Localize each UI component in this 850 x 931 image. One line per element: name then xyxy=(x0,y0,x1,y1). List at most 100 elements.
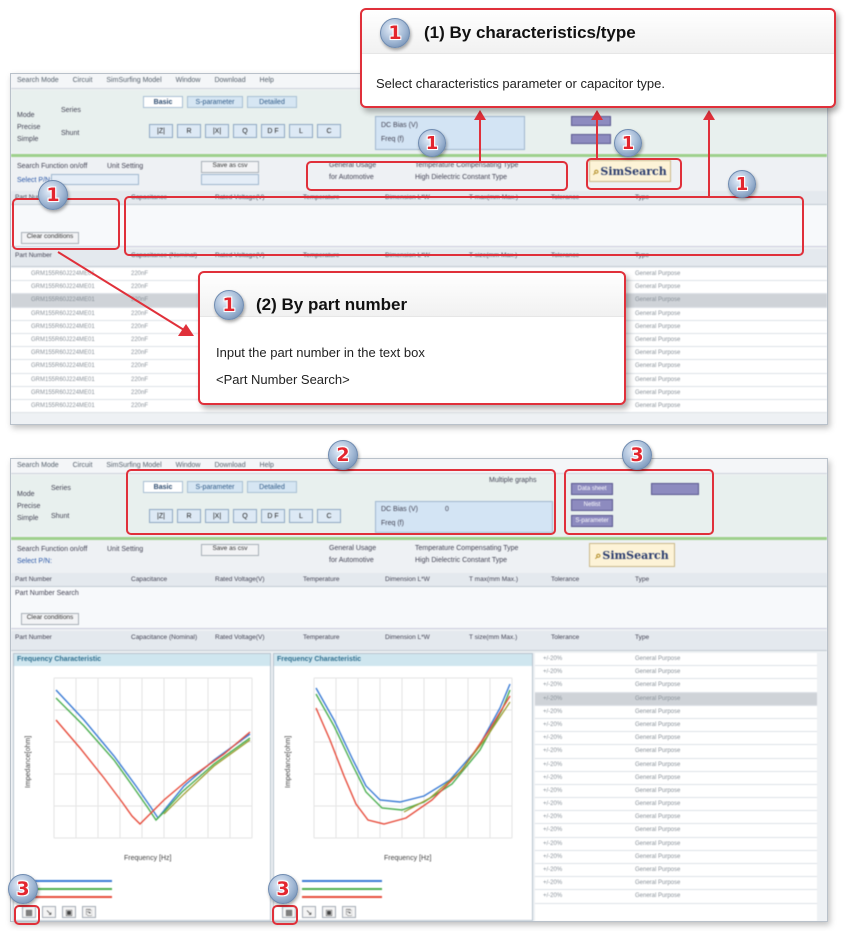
table-row[interactable]: +/-20% General Purpose xyxy=(535,758,817,772)
type-cell: General Purpose xyxy=(635,695,681,702)
search-function-toggle[interactable]: Search Function on/off xyxy=(17,163,87,170)
table-row[interactable]: +/-20% General Purpose xyxy=(535,864,817,878)
table-row[interactable]: +/-20% General Purpose xyxy=(535,811,817,825)
mode-series[interactable]: Series xyxy=(51,485,71,492)
type-filter[interactable]: General Usage xyxy=(329,545,376,552)
tab-basic[interactable]: Basic xyxy=(143,96,183,108)
param-q-button[interactable]: Q xyxy=(233,124,257,138)
type-cell: General Purpose xyxy=(635,867,681,873)
table-row[interactable]: +/-20% General Purpose xyxy=(535,666,817,680)
menu-item[interactable]: SimSurfing Model xyxy=(106,77,161,84)
menu-item[interactable]: Window xyxy=(176,77,201,84)
table-row[interactable]: +/-20% General Purpose xyxy=(535,771,817,785)
menu-item[interactable]: Download xyxy=(214,462,245,469)
table-row[interactable]: +/-20% General Purpose xyxy=(535,692,817,706)
type-cell: General Purpose xyxy=(635,271,681,277)
param-df-button[interactable]: D F xyxy=(261,124,285,138)
table-row[interactable]: +/-20% General Purpose xyxy=(535,718,817,733)
unit-setting-toggle[interactable]: Unit Setting xyxy=(107,163,143,170)
mode-shunt[interactable]: Shunt xyxy=(51,513,69,520)
menu-item[interactable]: Search Mode xyxy=(17,462,59,469)
tolerance-cell: +/-20% xyxy=(543,721,563,728)
save-csv-button[interactable]: Save as csv xyxy=(201,544,259,556)
menu-item[interactable]: Window xyxy=(176,462,201,469)
tolerance-cell: +/-20% xyxy=(543,695,563,702)
menu-item[interactable]: Search Mode xyxy=(17,77,59,84)
step-badge-1: 1 xyxy=(728,170,756,198)
unit-setting-toggle[interactable]: Unit Setting xyxy=(107,546,143,553)
menu-item[interactable]: Help xyxy=(260,77,274,84)
copy-icon[interactable]: ⎘ xyxy=(82,906,96,918)
table-row[interactable]: +/-20% General Purpose xyxy=(535,877,817,891)
param-l-button[interactable]: L xyxy=(289,124,313,138)
type-filter[interactable]: High Dielectric Constant Type xyxy=(415,557,507,564)
table-row[interactable]: +/-20% General Purpose xyxy=(535,653,817,667)
type-cell: General Purpose xyxy=(635,735,681,742)
param-z-button[interactable]: |Z| xyxy=(149,124,173,138)
grid-header: T size(mm Max.) xyxy=(469,634,518,641)
copy-icon[interactable]: ⎘ xyxy=(342,906,356,918)
menu-item[interactable]: Circuit xyxy=(73,462,93,469)
type-filter[interactable]: for Automotive xyxy=(329,557,374,564)
legend-blue xyxy=(32,880,112,882)
table-row[interactable]: +/-20% General Purpose xyxy=(535,732,817,746)
mode-shunt[interactable]: Shunt xyxy=(61,130,79,137)
simple-option[interactable]: Simple xyxy=(17,136,38,143)
table-row[interactable]: +/-20% General Purpose xyxy=(535,890,817,904)
precise-option[interactable]: Precise xyxy=(17,503,40,510)
highlight-type-filters xyxy=(306,161,568,191)
precise-option[interactable]: Precise xyxy=(17,124,40,131)
menu-item[interactable]: Circuit xyxy=(73,77,93,84)
table-row[interactable]: +/-20% General Purpose xyxy=(535,679,817,693)
table-row[interactable]: +/-20% General Purpose xyxy=(535,745,817,759)
tolerance-cell: +/-20% xyxy=(543,787,563,794)
series-red xyxy=(55,719,251,825)
tolerance-cell: +/-20% xyxy=(543,814,563,821)
menu-item[interactable]: SimSurfing Model xyxy=(106,462,161,469)
type-filter[interactable]: Temperature Compensating Type xyxy=(415,545,518,552)
tolerance-cell: +/-20% xyxy=(543,748,563,755)
param-x-button[interactable]: |X| xyxy=(205,124,229,138)
step-badge-1: 1 xyxy=(614,129,642,157)
tolerance-cell: +/-20% xyxy=(543,893,563,900)
highlight-simsearch xyxy=(586,158,682,190)
table-row[interactable]: +/-20% General Purpose xyxy=(535,824,817,838)
type-cell: General Purpose xyxy=(635,297,681,304)
y-axis-label: Impedance[ohm] xyxy=(25,736,32,788)
print-icon[interactable]: ▣ xyxy=(62,906,76,918)
side-button[interactable] xyxy=(571,134,611,144)
table-row[interactable]: +/-20% General Purpose xyxy=(535,705,817,719)
tolerance-cell: +/-20% xyxy=(543,708,563,715)
type-cell: General Purpose xyxy=(635,336,681,343)
tolerance-cell: +/-20% xyxy=(543,735,563,742)
part-number-cell: GRM155R60J224ME01 xyxy=(31,402,95,409)
param-c-button[interactable]: C xyxy=(317,124,341,138)
search-function-toggle[interactable]: Search Function on/off xyxy=(17,546,87,553)
zoom-icon[interactable]: ↘ xyxy=(302,906,316,918)
menu-item[interactable]: Download xyxy=(214,77,245,84)
clear-conditions-button[interactable]: Clear conditions xyxy=(21,613,79,625)
mode-series[interactable]: Series xyxy=(61,107,81,114)
step-badge-3: 3 xyxy=(8,874,38,904)
chart-title: Frequency Characteristic xyxy=(274,654,532,666)
type-cell: General Purpose xyxy=(635,814,681,821)
capacitance-cell: 220nF xyxy=(131,336,149,343)
legend-green xyxy=(32,888,112,890)
zoom-icon[interactable]: ↘ xyxy=(42,906,56,918)
table-row[interactable]: +/-20% General Purpose xyxy=(535,837,817,851)
table-row[interactable]: +/-20% General Purpose xyxy=(535,784,817,799)
menu-item[interactable]: Help xyxy=(260,462,274,469)
table-row[interactable]: +/-20% General Purpose xyxy=(535,798,817,812)
filter-header: Rated Voltage(V) xyxy=(215,576,265,583)
print-icon[interactable]: ▣ xyxy=(322,906,336,918)
simsearch-button[interactable]: ⌕SimSearch xyxy=(589,543,675,567)
tab-s-parameter[interactable]: S-parameter xyxy=(187,96,243,108)
table-row[interactable]: +/-20% General Purpose xyxy=(535,850,817,864)
callout-title: (1) By characteristics/type xyxy=(424,23,636,42)
type-cell: General Purpose xyxy=(635,323,681,330)
simple-option[interactable]: Simple xyxy=(17,515,38,522)
callout-by-part-number: 1 (2) By part number Input the part numb… xyxy=(198,271,626,405)
tab-detailed[interactable]: Detailed xyxy=(247,96,297,108)
param-r-button[interactable]: R xyxy=(177,124,201,138)
save-csv-button[interactable]: Save as csv xyxy=(201,161,259,173)
